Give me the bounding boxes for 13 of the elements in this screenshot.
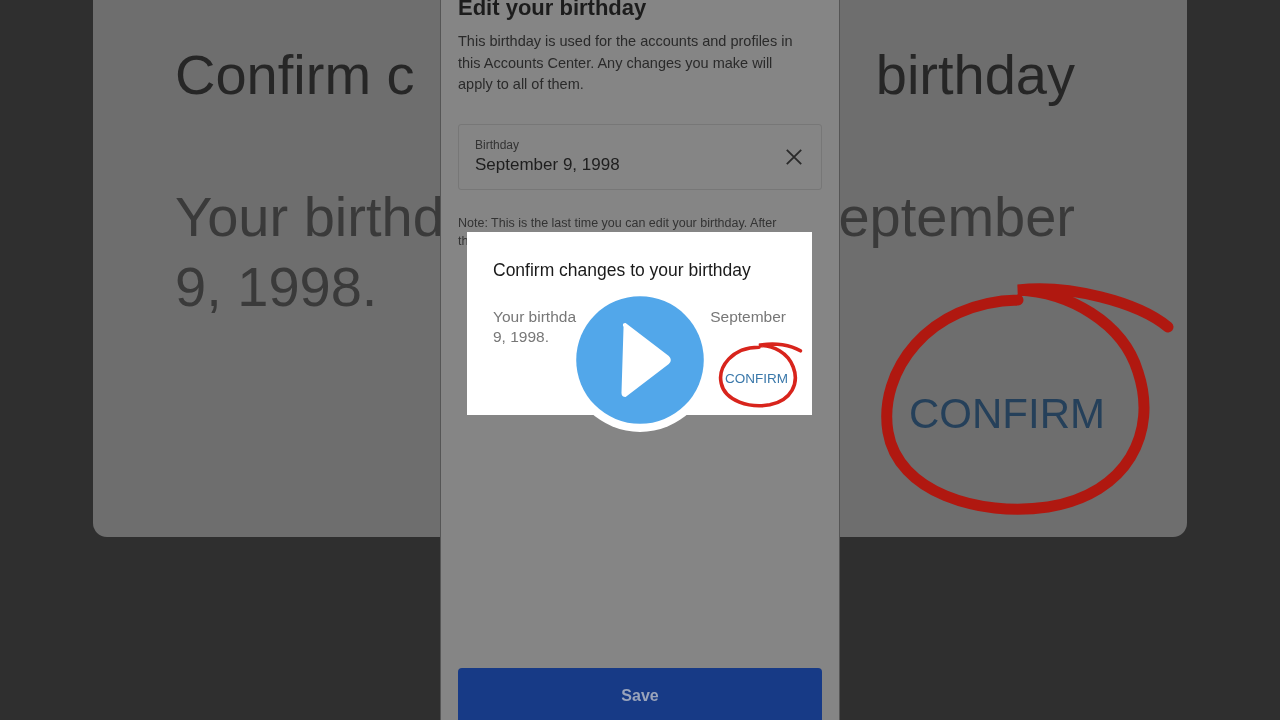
dialog-text: September — [710, 307, 786, 327]
save-button[interactable]: Save — [458, 668, 822, 720]
birthday-field[interactable]: Birthday September 9, 1998 — [458, 123, 822, 190]
clear-icon[interactable] — [785, 147, 803, 166]
confirm-button[interactable]: CONFIRM — [725, 367, 788, 390]
description-text: This birthday is used for the accounts and profiles in this Accounts Center. Any changes you make will apply to all of them. — [458, 32, 794, 94]
note-text: Note: This is the last time you can edit your birthday. After — [458, 214, 778, 232]
blurred-confirm-text: CONFIRM — [909, 390, 1105, 438]
blurred-title: birthday — [875, 42, 1075, 108]
blurred-title: Confirm c — [175, 42, 415, 108]
dialog-text: 9, 1998. — [493, 328, 550, 345]
dialog-title: Confirm changes to your birthday — [493, 260, 752, 281]
dialog-text: Your birthda — [493, 307, 577, 327]
